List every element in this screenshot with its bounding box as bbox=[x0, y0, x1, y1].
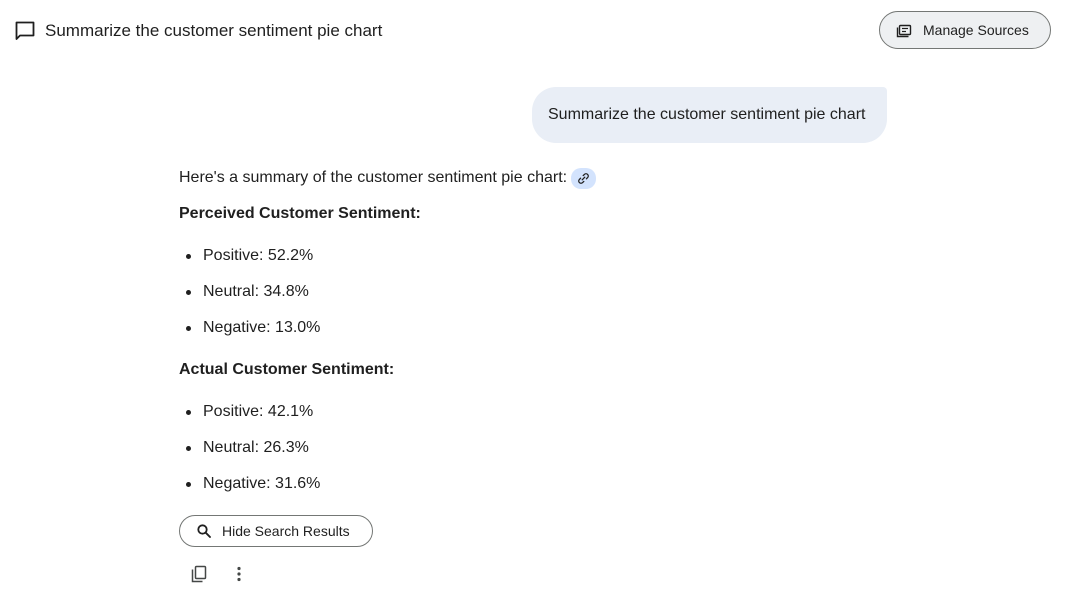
page-title: Summarize the customer sentiment pie cha… bbox=[45, 21, 383, 40]
actual-sentiment-list: Positive: 42.1% Neutral: 26.3% Negative:… bbox=[179, 400, 899, 496]
list-item: Negative: 31.6% bbox=[179, 472, 899, 496]
manage-sources-label: Manage Sources bbox=[923, 22, 1029, 38]
list-item: Neutral: 34.8% bbox=[179, 280, 899, 304]
source-link-chip[interactable] bbox=[571, 167, 597, 189]
manage-sources-button[interactable]: Manage Sources bbox=[879, 11, 1051, 49]
section-heading-actual: Actual Customer Sentiment: bbox=[179, 361, 395, 378]
section-heading-perceived: Perceived Customer Sentiment: bbox=[179, 205, 421, 222]
more-vertical-icon[interactable] bbox=[228, 563, 250, 585]
response-intro-text: Here's a summary of the customer sentime… bbox=[179, 169, 568, 186]
list-item: Positive: 42.1% bbox=[179, 400, 899, 424]
hide-search-results-label: Hide Search Results bbox=[222, 523, 350, 539]
list-item: Positive: 52.2% bbox=[179, 244, 899, 268]
list-item: Neutral: 26.3% bbox=[179, 436, 899, 460]
search-icon bbox=[196, 523, 212, 539]
link-icon bbox=[577, 172, 590, 185]
sources-icon bbox=[896, 21, 914, 39]
chat-window: Summarize the customer sentiment pie cha… bbox=[0, 0, 1068, 602]
chat-bubble-icon bbox=[14, 20, 36, 42]
user-message-bubble: Summarize the customer sentiment pie cha… bbox=[532, 87, 887, 143]
response-intro: Here's a summary of the customer sentime… bbox=[179, 166, 899, 190]
hide-search-results-button[interactable]: Hide Search Results bbox=[179, 515, 373, 547]
header: Summarize the customer sentiment pie cha… bbox=[0, 0, 1068, 62]
perceived-sentiment-list: Positive: 52.2% Neutral: 34.8% Negative:… bbox=[179, 244, 899, 340]
response-message: Here's a summary of the customer sentime… bbox=[179, 166, 899, 496]
list-item: Negative: 13.0% bbox=[179, 316, 899, 340]
copy-icon[interactable] bbox=[188, 563, 210, 585]
